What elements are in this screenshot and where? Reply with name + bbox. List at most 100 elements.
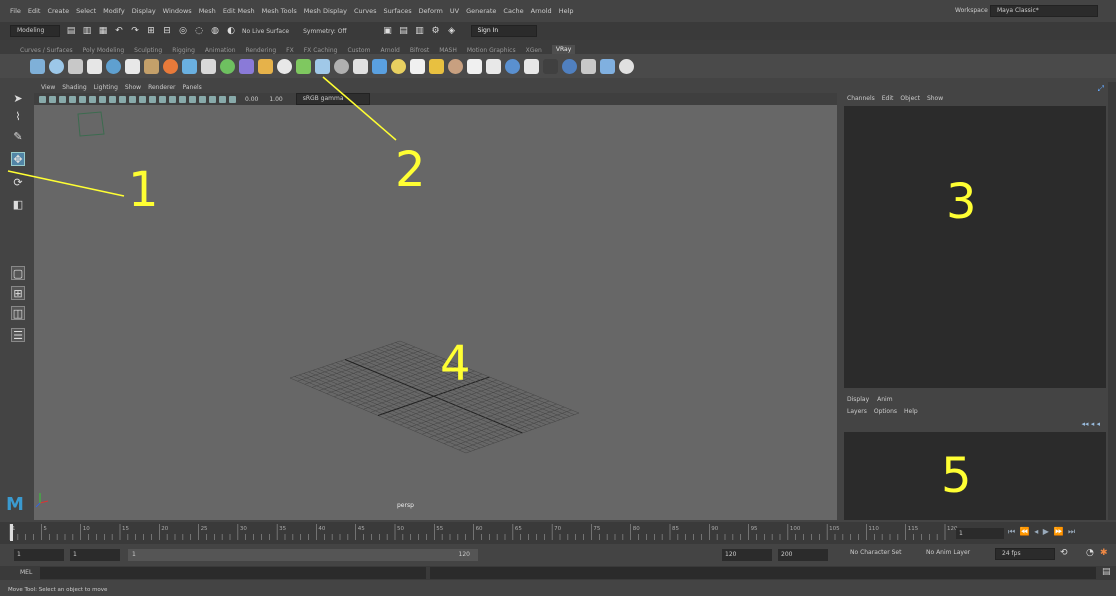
menu-cache[interactable]: Cache [503, 7, 523, 15]
vray-shelf-tool-29-icon[interactable] [562, 58, 577, 74]
workspace-dropdown[interactable]: Maya Classic* [990, 5, 1098, 17]
layer-buttons-icon[interactable]: ◂◂ ◂ ◂ [1081, 420, 1100, 428]
save-scene-icon[interactable]: ▦ [98, 26, 108, 36]
shadows-icon[interactable] [189, 95, 196, 103]
channel-box-area[interactable] [844, 106, 1106, 388]
image-plane-icon[interactable] [69, 95, 76, 103]
render-settings-icon[interactable]: ⚙ [431, 26, 441, 36]
xray-joints-icon[interactable] [219, 95, 226, 103]
vray-shelf-tool-24-icon[interactable] [467, 58, 482, 74]
channel-menu-object[interactable]: Object [900, 95, 920, 102]
vray-shelf-tool-15-icon[interactable] [296, 58, 311, 74]
menu-mesh-display[interactable]: Mesh Display [304, 7, 347, 15]
vray-shelf-tool-2-icon[interactable] [49, 58, 64, 74]
vray-shelf-tool-27-icon[interactable] [524, 58, 539, 74]
layer-tab-display[interactable]: Display [847, 396, 869, 403]
shelf-tab-mash[interactable]: MASH [439, 47, 457, 54]
shelf-tab-custom[interactable]: Custom [347, 47, 370, 54]
viewport-menu-shading[interactable]: Shading [62, 84, 86, 91]
select-hierarchy-icon[interactable]: ⊞ [146, 26, 156, 36]
camera-attributes-icon[interactable] [49, 95, 56, 103]
menu-modify[interactable]: Modify [103, 7, 125, 15]
snap-point-icon[interactable]: ◍ [210, 26, 220, 36]
vray-shelf-tool-4-icon[interactable] [87, 58, 102, 74]
end-range-field[interactable]: 120 [722, 549, 772, 561]
start-range-field[interactable]: 1 [70, 549, 120, 561]
snap-grid-icon[interactable]: ◎ [178, 26, 188, 36]
channel-menu-channels[interactable]: Channels [847, 95, 875, 102]
shelf-tab-animation[interactable]: Animation [205, 47, 236, 54]
menu-edit-mesh[interactable]: Edit Mesh [223, 7, 255, 15]
lights-icon[interactable] [179, 95, 186, 103]
end-time-field[interactable]: 200 [778, 549, 828, 561]
vray-shelf-tool-3-icon[interactable] [68, 58, 83, 74]
shelf-tab-rendering[interactable]: Rendering [246, 47, 277, 54]
vray-shelf-tool-5-icon[interactable] [106, 58, 121, 74]
vray-shelf-tool-8-icon[interactable] [163, 58, 178, 74]
menu-surfaces[interactable]: Surfaces [384, 7, 412, 15]
render-frame-icon[interactable]: ▤ [399, 26, 409, 36]
film-gate-icon[interactable] [89, 95, 96, 103]
single-view-layout-icon[interactable]: ▢ [11, 266, 25, 280]
grid-icon[interactable] [79, 95, 86, 103]
menu-edit[interactable]: Edit [28, 7, 41, 15]
auto-key-icon[interactable]: ◔ [1086, 548, 1094, 558]
snap-view-icon[interactable]: ◐ [226, 26, 236, 36]
new-scene-icon[interactable]: ▤ [66, 26, 76, 36]
isolate-select-icon[interactable] [199, 95, 206, 103]
menu-file[interactable]: File [10, 7, 21, 15]
menu-select[interactable]: Select [76, 7, 96, 15]
time-slider[interactable]: 1 5 10 15 20 25 30 35 40 45 50 55 60 65 70 75 80 85 90 95 10… [0, 522, 1116, 544]
open-scene-icon[interactable]: ▥ [82, 26, 92, 36]
shelf-tab-vray[interactable]: VRay [551, 45, 576, 54]
rotate-tool-icon[interactable]: ⟳ [11, 176, 25, 190]
viewport-menu-lighting[interactable]: Lighting [94, 84, 118, 91]
xray-icon[interactable] [209, 95, 216, 103]
bookmark-icon[interactable] [59, 95, 66, 103]
vray-shelf-tool-13-icon[interactable] [258, 58, 273, 74]
mel-label[interactable]: MEL [20, 569, 32, 576]
vray-shelf-tool-28-icon[interactable] [543, 58, 558, 74]
channel-menu-show[interactable]: Show [927, 95, 943, 102]
current-frame-field[interactable]: 1 [956, 528, 1004, 539]
menu-create[interactable]: Create [47, 7, 69, 15]
vray-shelf-tool-23-icon[interactable] [448, 58, 463, 74]
vray-shelf-tool-19-icon[interactable] [372, 58, 387, 74]
wireframe-icon[interactable] [149, 95, 156, 103]
vray-shelf-tool-20-icon[interactable] [391, 58, 406, 74]
range-slider[interactable]: 1 120 [128, 549, 478, 561]
vray-shelf-tool-6-icon[interactable] [125, 58, 140, 74]
channel-box-toggle-icon[interactable]: ⤢ [1098, 84, 1104, 94]
colorspace-dropdown[interactable]: sRGB gamma [295, 93, 370, 105]
smooth-shade-icon[interactable] [159, 95, 166, 103]
shelf-tab-curves-surfaces[interactable]: Curves / Surfaces [20, 47, 73, 54]
layer-menu-help[interactable]: Help [904, 408, 918, 415]
live-surface-label[interactable]: No Live Surface [242, 28, 289, 35]
shelf-tab-arnold[interactable]: Arnold [380, 47, 399, 54]
redo-icon[interactable]: ↷ [130, 26, 140, 36]
outliner-layout-icon[interactable]: ☰ [11, 328, 25, 342]
mode-dropdown[interactable]: Modeling [10, 25, 60, 37]
lasso-tool-icon[interactable]: ⌇ [11, 110, 25, 124]
gamma-value[interactable]: 1.00 [269, 96, 282, 103]
command-input[interactable] [40, 567, 426, 579]
shelf-tab-poly-modeling[interactable]: Poly Modeling [83, 47, 125, 54]
undo-icon[interactable]: ↶ [114, 26, 124, 36]
vray-shelf-tool-1-icon[interactable] [30, 58, 45, 74]
safe-action-icon[interactable] [129, 95, 136, 103]
hypershade-icon[interactable]: ◈ [447, 26, 457, 36]
layer-area[interactable] [844, 432, 1106, 520]
vray-shelf-tool-12-icon[interactable] [239, 58, 254, 74]
shelf-tab-sculpting[interactable]: Sculpting [134, 47, 162, 54]
resolution-gate-icon[interactable] [99, 95, 106, 103]
start-time-field[interactable]: 1 [14, 549, 64, 561]
vray-shelf-tool-30-icon[interactable] [581, 58, 596, 74]
shelf-tab-rigging[interactable]: Rigging [172, 47, 195, 54]
two-view-layout-icon[interactable]: ◫ [11, 306, 25, 320]
layer-tab-anim[interactable]: Anim [877, 396, 892, 403]
menu-mesh-tools[interactable]: Mesh Tools [262, 7, 297, 15]
field-chart-icon[interactable] [119, 95, 126, 103]
menu-help[interactable]: Help [559, 7, 574, 15]
exposure-value[interactable]: 0.00 [245, 96, 258, 103]
vray-shelf-tool-11-icon[interactable] [220, 58, 235, 74]
